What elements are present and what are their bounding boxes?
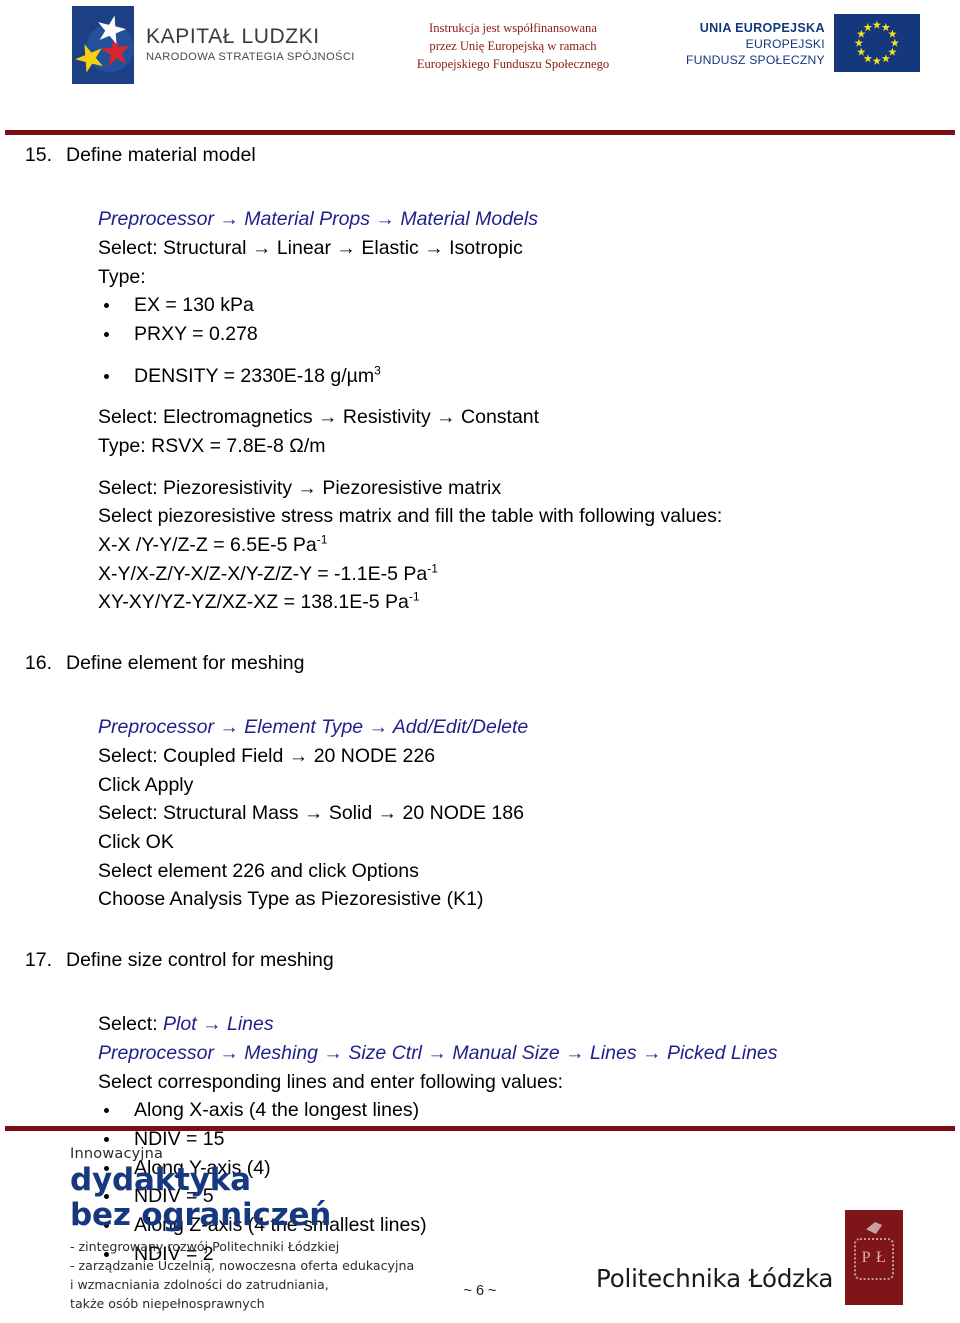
step-15-select-4: Select piezoresistive stress matrix and …	[98, 505, 723, 528]
step-15-heading: 15. Define material model	[25, 143, 960, 167]
matrix-row-exponent: -1	[427, 561, 439, 576]
eu-star-icon	[856, 29, 866, 38]
density-exponent: 3	[374, 363, 381, 378]
eu-star-icon	[872, 56, 882, 65]
step-17-heading: 17. Define size control for meshing	[25, 948, 960, 972]
eu-star-icon	[872, 20, 882, 29]
step-15-matrix-row-3: XY-XY/YZ-YZ/XZ-XZ = 138.1E-5 Pa-1	[98, 588, 960, 617]
eu-star-icon	[881, 22, 891, 32]
document-body: 15. Define material model Preprocessor →…	[0, 143, 960, 1268]
kapital-ludzki-stars-icon	[72, 6, 134, 84]
list-item: EX = 130 kPa	[98, 291, 960, 320]
step-15-menu-path-1: Preprocessor → Material Props → Material…	[98, 208, 538, 231]
step-15: 15. Define material model Preprocessor →…	[0, 143, 960, 617]
step-16-line-5: Select element 226 and click Options	[98, 859, 419, 882]
kapital-ludzki-subtitle: NARODOWA STRATEGIA SPÓJNOŚCI	[146, 51, 355, 64]
step-15-matrix-row-1: X-X /Y-Y/Z-Z = 6.5E-5 Pa-1	[98, 531, 960, 560]
funding-note-line-3: Europejskiego Funduszu Społecznego	[416, 56, 610, 71]
step-15-matrix-row-2: X-Y/X-Z/Y-X/Z-X/Y-Z/Z-Y = -1.1E-5 Pa-1	[98, 560, 960, 589]
step-16: 16. Define element for meshing Preproces…	[0, 651, 960, 914]
matrix-row-text: XY-XY/YZ-YZ/XZ-XZ = 138.1E-5 Pa	[98, 591, 409, 614]
european-union-text: UNIA EUROPEJSKA EUROPEJSKI FUNDUSZ SPOŁE…	[686, 14, 834, 67]
eu-flag-icon	[833, 14, 920, 72]
matrix-row-text: X-Y/X-Z/Y-X/Z-X/Y-Z/Z-Y = -1.1E-5 Pa	[98, 562, 428, 585]
funding-note-line-2: przez Unię Europejską w ramach	[429, 38, 597, 53]
crest-letters: P Ł	[861, 1248, 887, 1266]
footer-divider-rule	[5, 1126, 955, 1131]
eu-star-icon	[888, 29, 897, 38]
eu-star-icon	[881, 54, 891, 63]
funding-note-line-1: Instrukcja jest współfinansowana	[429, 21, 597, 35]
step-17-number: 17.	[24, 948, 52, 971]
eu-star-icon	[863, 54, 873, 63]
branding-innowacyjna: Innowacyjna	[70, 1146, 164, 1162]
funding-note: Instrukcja jest współfinansowana przez U…	[388, 20, 638, 74]
header-divider-rule	[5, 130, 955, 135]
select-prefix: Select:	[98, 1013, 164, 1036]
matrix-row-exponent: -1	[316, 532, 328, 547]
step-17-select-line: Select corresponding lines and enter fol…	[98, 1070, 564, 1093]
step-15-title: Define material model	[66, 144, 256, 166]
branding-description: - zintegrowany rozwój Politechniki Łódzk…	[70, 1238, 414, 1314]
step-16-title: Define element for meshing	[66, 651, 305, 674]
branding-desc-line-2: - zarządzanie Uczelnią, nowoczesna ofert…	[70, 1257, 415, 1273]
eu-line-1: UNIA EUROPEJSKA	[699, 21, 825, 35]
step-15-bullet-density: DENSITY = 2330E-18 g/µm3	[98, 362, 960, 391]
step-15-block: Preprocessor → Material Props → Material…	[98, 205, 960, 617]
step-15-select-2: Select: Electromagnetics → Resistivity →…	[98, 406, 540, 429]
branding-dydaktyka: dydaktyka	[70, 1162, 251, 1198]
step-16-heading: 16. Define element for meshing	[25, 651, 960, 675]
branding-desc-line-1: - zintegrowany rozwój Politechniki Łódzk…	[70, 1238, 340, 1254]
step-17-title: Define size control for meshing	[66, 948, 334, 971]
kapital-ludzki-title: KAPITAŁ LUDZKI	[146, 25, 320, 48]
step-16-line-2: Click Apply	[98, 773, 194, 796]
step-15-select-1: Select: Structural → Linear → Elastic → …	[98, 237, 523, 260]
eu-line-2: EUROPEJSKI	[745, 37, 825, 51]
step-15-number: 15.	[24, 144, 52, 166]
eu-star-icon	[854, 38, 864, 47]
list-item: PRXY = 0.278	[98, 320, 960, 349]
kapital-ludzki-logo: KAPITAŁ LUDZKI NARODOWA STRATEGIA SPÓJNO…	[72, 6, 355, 84]
step-17-menu-path-2: Preprocessor → Meshing → Size Ctrl → Man…	[98, 1041, 778, 1064]
step-16-line-1: Select: Coupled Field → 20 NODE 226	[98, 744, 436, 767]
step-16-line-3: Select: Structural Mass → Solid → 20 NOD…	[98, 802, 524, 825]
density-text: DENSITY = 2330E-18 g/µm	[134, 364, 375, 387]
step-16-number: 16.	[24, 651, 52, 674]
list-item: DENSITY = 2330E-18 g/µm3	[98, 362, 960, 391]
matrix-row-text: X-X /Y-Y/Z-Z = 6.5E-5 Pa	[98, 533, 317, 556]
kapital-ludzki-text: KAPITAŁ LUDZKI NARODOWA STRATEGIA SPÓJNO…	[146, 6, 355, 63]
step-16-block: Preprocessor → Element Type → Add/Edit/D…	[98, 713, 960, 914]
branding-bez-ograniczen: bez ograniczeń	[70, 1197, 332, 1234]
step-15-select-3: Select: Piezoresistivity → Piezoresistiv…	[98, 476, 502, 499]
step-16-menu-path-1: Preprocessor → Element Type → Add/Edit/D…	[98, 716, 529, 739]
eu-star-icon	[856, 47, 866, 56]
list-item: Along X-axis (4 the longest lines)	[98, 1096, 960, 1125]
matrix-row-exponent: -1	[408, 589, 420, 604]
step-17-menu-path-1: Plot → Lines	[163, 1013, 274, 1036]
page-header: KAPITAŁ LUDZKI NARODOWA STRATEGIA SPÓJNO…	[0, 0, 960, 110]
eu-star-icon	[890, 38, 900, 47]
step-16-line-6: Choose Analysis Type as Piezoresistive (…	[98, 888, 484, 911]
step-15-bullets-1: EX = 130 kPa PRXY = 0.278	[98, 291, 960, 348]
step-17-select-plot: Select: Plot → Lines	[98, 1010, 960, 1039]
eu-line-3: FUNDUSZ SPOŁECZNY	[686, 53, 825, 67]
eu-star-icon	[863, 22, 873, 32]
step-15-type-label: Type:	[98, 265, 146, 288]
eu-star-icon	[888, 47, 897, 56]
european-union-logo: UNIA EUROPEJSKA EUROPEJSKI FUNDUSZ SPOŁE…	[686, 14, 920, 72]
step-16-line-4: Click OK	[98, 830, 174, 853]
step-15-type-2: Type: RSVX = 7.8E-8 Ω/m	[98, 434, 326, 457]
page-number: ~ 6 ~	[463, 1283, 497, 1299]
